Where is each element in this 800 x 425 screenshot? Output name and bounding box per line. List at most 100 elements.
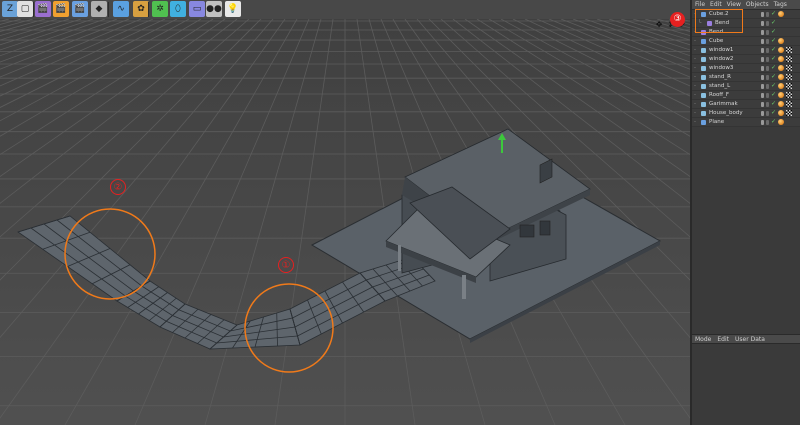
object-name[interactable]: Rooff_F [709,91,729,100]
editor-visibility-dot[interactable] [761,102,764,107]
object-name[interactable]: window1 [709,46,733,55]
render-visibility-dot[interactable] [766,102,769,107]
enabled-check-icon[interactable]: ✓ [771,108,776,117]
tree-connector[interactable]: - [694,82,696,91]
enabled-check-icon[interactable]: ✓ [771,36,776,45]
object-row[interactable]: - Rooff_F ✓ [692,91,800,100]
phong-tag-icon[interactable] [778,74,784,80]
phong-tag-icon[interactable] [778,92,784,98]
material-tag-icon[interactable] [786,56,792,62]
editor-visibility-dot[interactable] [761,12,764,17]
render-visibility-dot[interactable] [766,39,769,44]
render-visibility-dot[interactable] [766,12,769,17]
tree-connector[interactable]: - [694,46,696,55]
phong-tag-icon[interactable] [778,83,784,89]
editor-visibility-dot[interactable] [761,48,764,53]
editor-visibility-dot[interactable] [761,111,764,116]
render-visibility-dot[interactable] [766,48,769,53]
object-name[interactable]: Garimmak [709,100,738,109]
material-tag-icon[interactable] [786,47,792,53]
enabled-check-icon[interactable]: ✓ [771,9,776,18]
tree-connector[interactable]: - [694,10,696,19]
render-visibility-dot[interactable] [766,120,769,125]
object-row[interactable]: - window2 ✓ [692,55,800,64]
render-visibility-dot[interactable] [766,111,769,116]
menu-objects[interactable]: Objects [746,1,769,8]
render-visibility-dot[interactable] [766,84,769,89]
phong-tag-icon[interactable] [778,56,784,62]
object-row[interactable]: - Cube.2 ✓ [692,10,800,19]
object-name[interactable]: Bend [715,19,729,28]
enabled-check-icon[interactable]: ✓ [771,90,776,99]
render-visibility-dot[interactable] [766,75,769,80]
tree-connector[interactable]: - [694,91,696,100]
editor-visibility-dot[interactable] [761,75,764,80]
object-row[interactable]: - House_body ✓ [692,109,800,118]
object-name[interactable]: stand_L [709,82,730,91]
material-tag-icon[interactable] [786,92,792,98]
tree-connector[interactable]: - [694,37,696,46]
material-tag-icon[interactable] [786,110,792,116]
tree-connector[interactable]: - [694,118,696,127]
object-row[interactable]: - Garimmak ✓ [692,100,800,109]
object-name[interactable]: House_body [709,109,743,118]
phong-tag-icon[interactable] [778,47,784,53]
enabled-check-icon[interactable]: ✓ [771,99,776,108]
object-name[interactable]: window3 [709,64,733,73]
render-visibility-dot[interactable] [766,57,769,62]
material-tag-icon[interactable] [786,83,792,89]
menu-mode[interactable]: Mode [695,336,711,343]
tree-connector[interactable]: - [694,55,696,64]
editor-visibility-dot[interactable] [761,57,764,62]
tree-connector[interactable]: - [694,100,696,109]
enabled-check-icon[interactable]: ✓ [771,81,776,90]
object-name[interactable]: Cube.2 [709,10,728,19]
phong-tag-icon[interactable] [778,11,784,17]
object-row[interactable]: - Cube ✓ [692,37,800,46]
render-visibility-dot[interactable] [766,21,769,26]
editor-visibility-dot[interactable] [761,84,764,89]
render-visibility-dot[interactable] [766,66,769,71]
object-name[interactable]: stand_R [709,73,731,82]
enabled-check-icon[interactable]: ✓ [771,63,776,72]
phong-tag-icon[interactable] [778,65,784,71]
tree-connector[interactable]: └ [698,19,701,28]
editor-visibility-dot[interactable] [761,39,764,44]
object-name[interactable]: Plane [709,118,724,127]
phong-tag-icon[interactable] [778,38,784,44]
menu-user-data[interactable]: User Data [735,336,765,343]
tree-connector[interactable]: - [694,109,696,118]
material-tag-icon[interactable] [786,65,792,71]
menu-view[interactable]: View [727,1,741,8]
object-row[interactable]: - window1 ✓ [692,46,800,55]
menu-file[interactable]: File [695,1,705,8]
object-name[interactable]: Bend [709,28,723,37]
editor-visibility-dot[interactable] [761,93,764,98]
phong-tag-icon[interactable] [778,119,784,125]
enabled-check-icon[interactable]: ✓ [771,54,776,63]
tree-connector[interactable]: - [694,64,696,73]
render-visibility-dot[interactable] [766,93,769,98]
tree-connector[interactable]: - [694,73,696,82]
object-name[interactable]: Cube [709,37,723,46]
enabled-check-icon[interactable]: ✓ [771,72,776,81]
enabled-check-icon[interactable]: ✓ [771,27,776,36]
editor-visibility-dot[interactable] [761,21,764,26]
object-row[interactable]: - Plane ✓ [692,118,800,127]
object-row[interactable]: - window3 ✓ [692,64,800,73]
tree-connector[interactable]: - [694,28,696,37]
phong-tag-icon[interactable] [778,110,784,116]
object-row[interactable]: - Bend ✓ [692,28,800,37]
enabled-check-icon[interactable]: ✓ [771,18,776,27]
menu-attr-edit[interactable]: Edit [717,336,729,343]
phong-tag-icon[interactable] [778,101,784,107]
object-row[interactable]: - stand_L ✓ [692,82,800,91]
object-name[interactable]: window2 [709,55,733,64]
enabled-check-icon[interactable]: ✓ [771,117,776,126]
enabled-check-icon[interactable]: ✓ [771,45,776,54]
menu-tags[interactable]: Tags [774,1,787,8]
editor-visibility-dot[interactable] [761,66,764,71]
material-tag-icon[interactable] [786,74,792,80]
editor-visibility-dot[interactable] [761,30,764,35]
editor-visibility-dot[interactable] [761,120,764,125]
